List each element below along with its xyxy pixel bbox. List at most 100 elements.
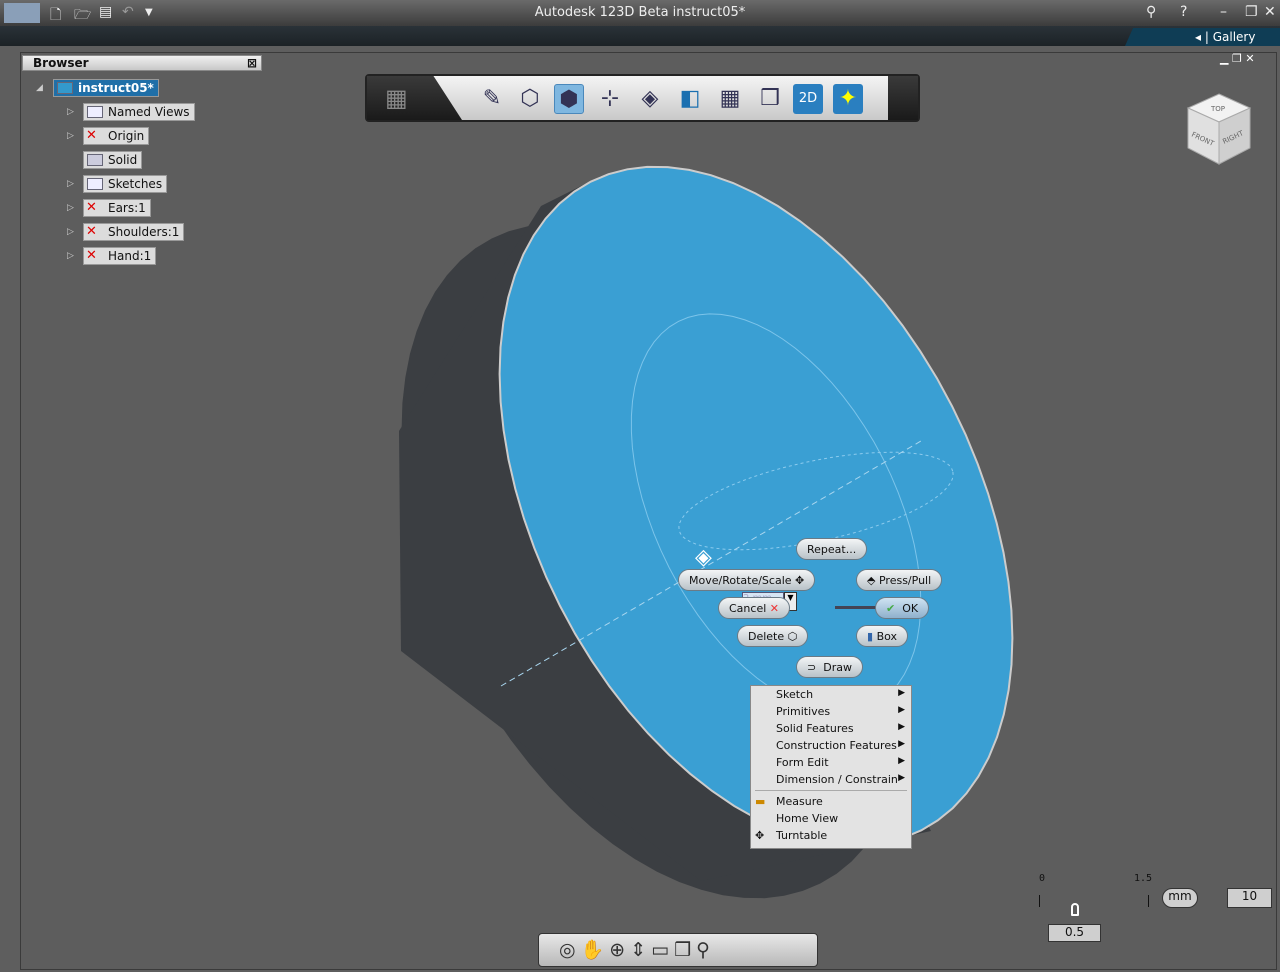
unit-button[interactable]: mm	[1162, 888, 1198, 908]
restore-button[interactable]: ❐	[1245, 4, 1258, 20]
menu-item-turntable[interactable]: ✥ Turntable	[751, 827, 911, 844]
x-icon: ✕	[769, 602, 779, 615]
draw-label: Draw	[823, 661, 852, 674]
menu-item-form-edit[interactable]: Form Edit ▶	[751, 754, 911, 771]
view-cube[interactable]: TOP FRONT RIGHT	[1186, 92, 1252, 168]
signal-icon[interactable]: ⚲	[1146, 4, 1156, 20]
visual-style-icon[interactable]: ❒	[674, 939, 696, 961]
move-rotate-scale-button[interactable]: Move/Rotate/Scale ✥	[678, 569, 816, 591]
hidden-icon[interactable]: ✕	[86, 249, 97, 263]
move-label: Move/Rotate/Scale	[689, 574, 792, 587]
components-icon[interactable]: ❒	[755, 84, 785, 114]
expand-icon[interactable]: ▷	[67, 131, 74, 141]
construct-icon[interactable]: ⬢	[554, 84, 584, 114]
hidden-icon[interactable]: ✕	[86, 201, 97, 215]
scale-slider-handle[interactable]	[1071, 903, 1079, 916]
expand-icon[interactable]: ▷	[67, 107, 74, 117]
sketch-pencil-icon[interactable]: ✎	[477, 84, 507, 114]
node-label: Sketches	[108, 177, 163, 191]
repeat-button[interactable]: Repeat...	[796, 538, 868, 560]
minimize-button[interactable]: –	[1220, 4, 1227, 20]
draw-button[interactable]: ⊃ Draw	[796, 656, 863, 678]
window-title: Autodesk 123D Beta instruct05*	[534, 5, 746, 20]
menu-separator	[755, 790, 907, 791]
manipulator-icon[interactable]: ◈	[695, 545, 712, 570]
orbit-icon[interactable]: ◎	[559, 939, 581, 961]
magic-icon[interactable]: ✦	[833, 84, 863, 114]
grid-size-field[interactable]: 10	[1227, 888, 1272, 908]
pan-icon[interactable]: ✋	[581, 939, 610, 961]
grouping-icon[interactable]: ▦	[715, 84, 745, 114]
viewcube-top[interactable]: TOP	[1210, 105, 1225, 113]
ok-button[interactable]: ✔ OK	[875, 597, 930, 619]
gallery-label: Gallery	[1212, 30, 1256, 44]
snap-field[interactable]: 0.5	[1048, 924, 1101, 942]
folder-icon	[87, 178, 103, 190]
press-pull-icon: ⬘	[867, 574, 876, 587]
pattern-icon[interactable]: ◈	[635, 84, 665, 114]
ok-pointer	[835, 606, 877, 609]
delete-button[interactable]: Delete ⬡	[737, 625, 809, 647]
model-canvas[interactable]	[21, 53, 1276, 969]
modify-icon[interactable]: ⊹	[595, 84, 625, 114]
cancel-button[interactable]: Cancel ✕	[718, 597, 790, 619]
check-icon: ✔	[886, 602, 896, 615]
collapse-icon[interactable]: ◢	[36, 83, 43, 93]
submenu-arrow-icon: ▶	[898, 756, 905, 766]
menu-item-solid-features[interactable]: Solid Features ▶	[751, 720, 911, 737]
browser-item-sketches[interactable]: Sketches	[83, 175, 168, 193]
delete-cube-icon: ⬡	[787, 630, 798, 643]
primitives-icon[interactable]: ⬡	[515, 84, 545, 114]
cube-logo-icon: ▦	[385, 84, 408, 112]
menu-item-dimension-constrain[interactable]: Dimension / Constrain ▶	[751, 771, 911, 788]
menu-item-sketch[interactable]: Sketch ▶	[751, 686, 911, 703]
gallery-tab[interactable]: ◂ | Gallery	[1125, 28, 1280, 46]
menu-item-measure[interactable]: ▬ Measure	[751, 793, 911, 810]
help-icon[interactable]: ?	[1180, 4, 1187, 20]
scale-slider-track[interactable]	[1039, 895, 1149, 907]
scale-min-label: 0	[1039, 873, 1046, 884]
browser-root[interactable]: instruct05*	[53, 79, 159, 97]
browser-item-shoulders[interactable]: ✕ Shoulders:1	[83, 223, 185, 241]
menu-item-construction-features[interactable]: Construction Features ▶	[751, 737, 911, 754]
3d-viewport[interactable]	[20, 52, 1277, 970]
node-label: Hand:1	[108, 249, 152, 263]
expand-icon[interactable]: ▷	[67, 251, 74, 261]
expand-icon[interactable]: ▷	[67, 203, 74, 213]
menu-item-primitives[interactable]: Primitives ▶	[751, 703, 911, 720]
box-label: Box	[876, 630, 898, 643]
browser-item-hand[interactable]: ✕ Hand:1	[83, 247, 157, 265]
2d-icon[interactable]: 2D	[793, 84, 823, 114]
viewport-window-controls[interactable]: ▁ ❐ ✕	[1220, 52, 1255, 65]
browser-item-origin[interactable]: ✕ Origin	[83, 127, 150, 145]
eye-icon	[57, 82, 73, 94]
browser-item-named-views[interactable]: Named Views	[83, 103, 195, 121]
zoom-icon[interactable]: ⊕	[609, 939, 630, 961]
browser-close-icon[interactable]: ⊠	[247, 56, 257, 70]
look-at-icon[interactable]: ⇕	[630, 939, 651, 961]
browser-item-ears[interactable]: ✕ Ears:1	[83, 199, 151, 217]
box-button[interactable]: ▮ Box	[856, 625, 909, 647]
views-icon[interactable]: ▭	[651, 939, 674, 961]
expand-icon[interactable]: ▷	[67, 179, 74, 189]
submenu-arrow-icon: ▶	[898, 722, 905, 732]
press-pull-button[interactable]: ⬘ Press/Pull	[856, 569, 943, 591]
node-label: Named Views	[108, 105, 190, 119]
expand-icon[interactable]: ▷	[67, 227, 74, 237]
node-label: Ears:1	[108, 201, 146, 215]
ribbon-bar	[0, 26, 1280, 46]
browser-item-solid[interactable]: Solid	[83, 151, 143, 169]
combine-icon[interactable]: ◧	[675, 84, 705, 114]
submenu-arrow-icon: ▶	[898, 773, 905, 783]
node-label: Shoulders:1	[108, 225, 180, 239]
title-bar: 🗋 🗁 ▤ ↶ ▼ Autodesk 123D Beta instruct05*…	[0, 0, 1280, 26]
close-button[interactable]: ✕	[1264, 4, 1276, 20]
hidden-icon[interactable]: ✕	[86, 225, 97, 239]
node-label: Solid	[108, 153, 138, 167]
menu-label: Dimension / Constrain	[776, 773, 898, 786]
navigation-bar: ◎✋⊕⇕▭❒⚲	[538, 933, 818, 967]
menu-item-home-view[interactable]: Home View	[751, 810, 911, 827]
eye-icon[interactable]	[87, 154, 103, 166]
hidden-icon[interactable]: ✕	[86, 129, 97, 143]
inspect-icon[interactable]: ⚲	[696, 939, 715, 961]
